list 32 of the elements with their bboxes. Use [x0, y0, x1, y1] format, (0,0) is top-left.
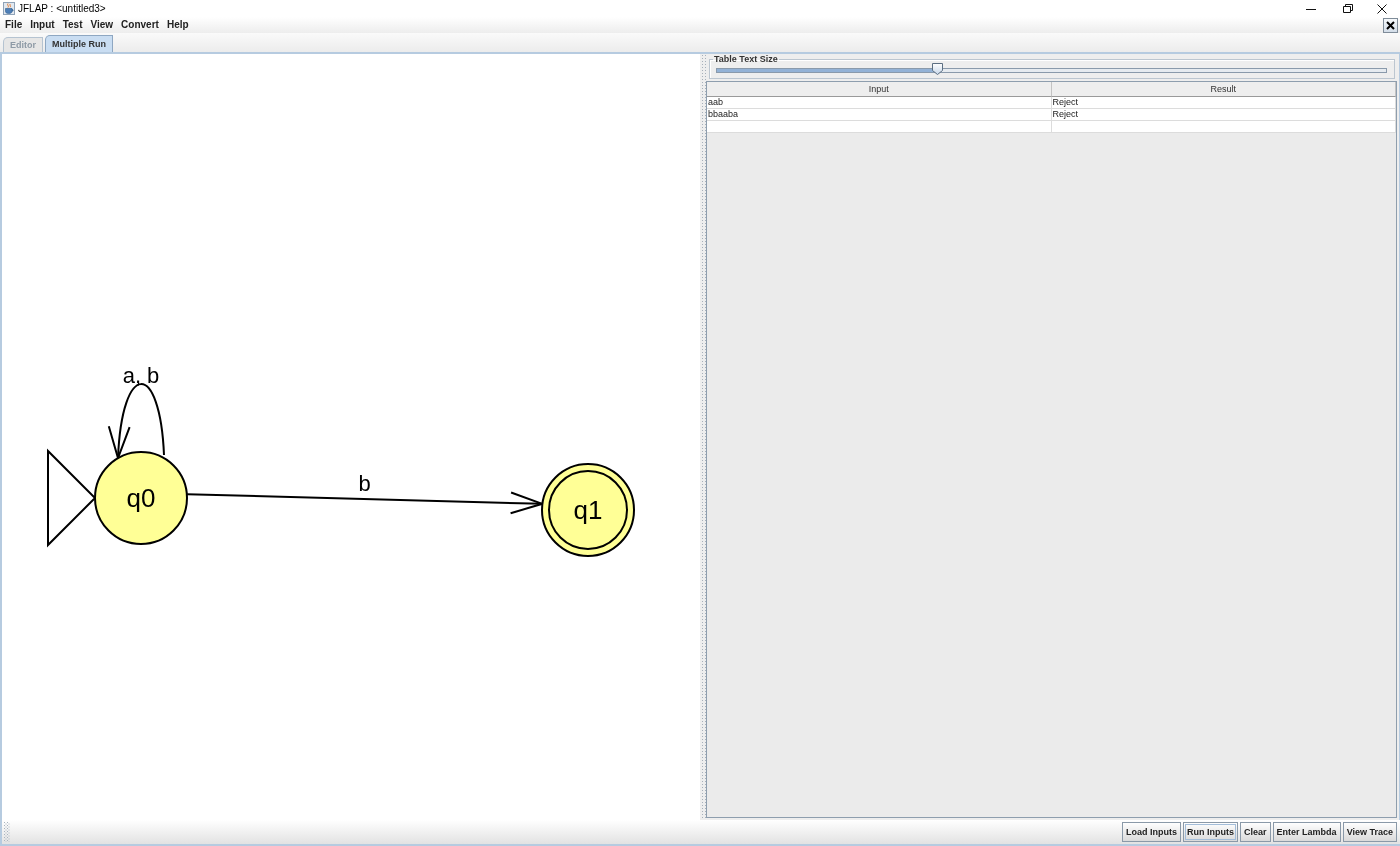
close-icon[interactable] — [1377, 3, 1387, 14]
menu-item[interactable]: File — [1, 18, 27, 32]
menu-item[interactable]: Help — [162, 18, 193, 32]
grip-icon — [4, 822, 10, 842]
group-title: Table Text Size — [713, 54, 779, 65]
menu-item[interactable]: Test — [58, 18, 87, 32]
menu-item[interactable]: View — [86, 18, 118, 32]
action-button[interactable]: Clear — [1240, 822, 1271, 842]
slider-thumb[interactable] — [932, 63, 944, 75]
menu-item[interactable]: Convert — [117, 18, 163, 32]
action-button[interactable]: Enter Lambda — [1272, 822, 1341, 842]
tab[interactable]: Multiple Run — [45, 35, 113, 52]
coffee-cup-icon — [3, 2, 15, 15]
table-cell: Reject — [1051, 97, 1396, 109]
window-title: JFLAP : <untitled3> — [18, 2, 106, 15]
action-button[interactable]: Load Inputs — [1122, 822, 1182, 842]
input-field[interactable] — [707, 121, 1052, 133]
action-button[interactable]: View Trace — [1342, 822, 1397, 842]
table-cell: bbaaba — [707, 109, 1052, 121]
state-label: q1 — [573, 495, 603, 525]
state-label: q0 — [126, 483, 156, 513]
table-cell: aab — [707, 97, 1052, 109]
restore-icon[interactable] — [1343, 4, 1353, 13]
close-button[interactable] — [1383, 17, 1398, 33]
column-header: Result — [1051, 82, 1396, 97]
action-button[interactable]: Run Inputs — [1183, 822, 1239, 842]
close-icon — [1386, 20, 1395, 30]
transition-label: a, b — [122, 363, 160, 388]
transition-label: b — [358, 471, 371, 496]
menu-item[interactable]: Input — [26, 18, 59, 32]
column-header: Input — [707, 82, 1052, 97]
table-cell: Reject — [1051, 109, 1396, 121]
